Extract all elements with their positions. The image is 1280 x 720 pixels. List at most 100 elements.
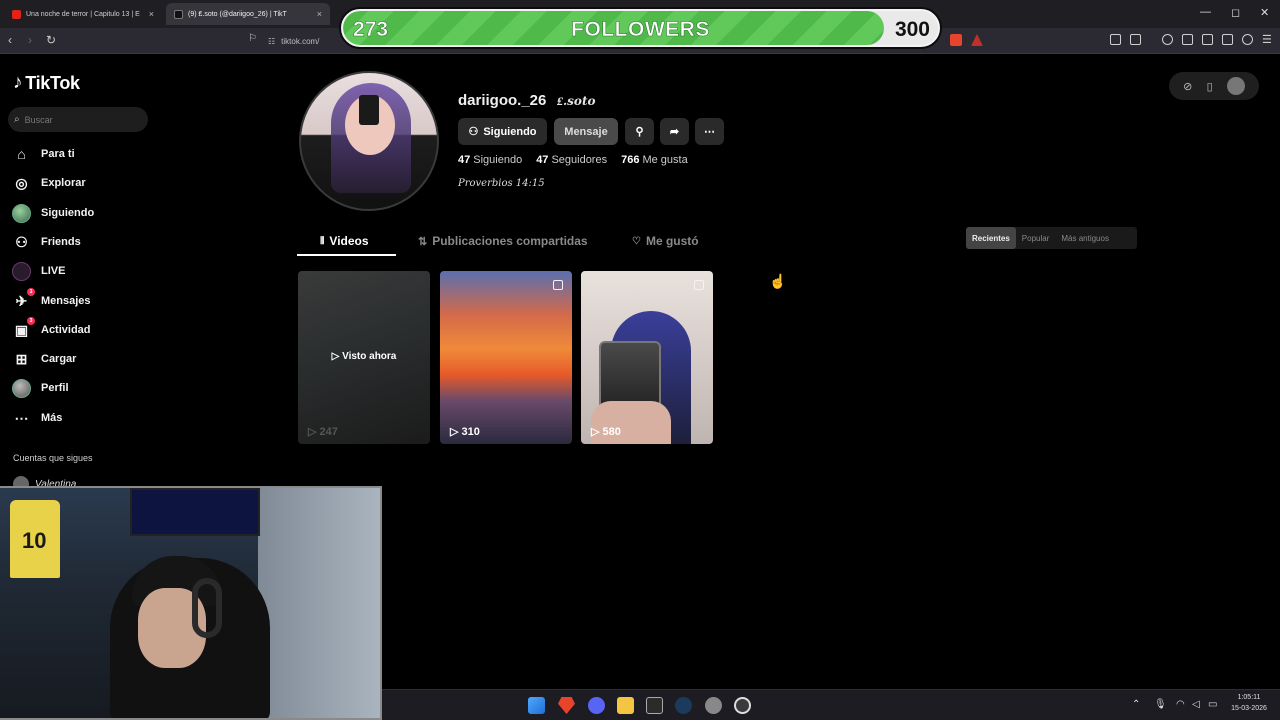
- reader-icon[interactable]: [1182, 34, 1193, 45]
- bookmark-icon[interactable]: ⚐: [248, 33, 257, 44]
- steam-icon[interactable]: [675, 697, 692, 714]
- sidebar-item-friends[interactable]: ⚇ Friends: [12, 231, 81, 253]
- chevron-up-icon[interactable]: ⌃: [1132, 699, 1140, 710]
- profile-bio: Proverbios 14:15: [458, 178, 545, 189]
- watched-now-overlay: ▷ Visto ahora: [331, 351, 397, 362]
- tab-title: Una noche de terror | Capitulo 13 | E: [26, 10, 140, 18]
- close-tab-icon[interactable]: ×: [317, 9, 322, 19]
- photo-icon: [553, 280, 563, 290]
- sidebar-item-siguiendo[interactable]: Siguiendo: [12, 202, 94, 224]
- screen: Una noche de terror | Capitulo 13 | E × …: [0, 0, 1280, 720]
- view-count-value: 247: [319, 425, 338, 438]
- profile-nickname: ₤.soto: [557, 94, 596, 108]
- tiktok-logo[interactable]: ♪ TikTok: [13, 72, 80, 94]
- menu-icon[interactable]: ☰: [1262, 33, 1272, 46]
- play-icon: ▷: [450, 426, 459, 438]
- close-window-icon[interactable]: ✕: [1260, 6, 1269, 19]
- vpn-icon[interactable]: [1222, 34, 1233, 45]
- webcam-background-door: [258, 488, 380, 718]
- sidebar-item-para-ti[interactable]: ⌂ Para ti: [12, 143, 74, 165]
- sidebar-item-live[interactable]: LIVE: [12, 260, 65, 282]
- more-options-button[interactable]: ⋯: [695, 118, 724, 145]
- obs-icon[interactable]: [646, 697, 663, 714]
- following-stat[interactable]: 47 Siguiendo: [458, 154, 522, 166]
- followers-goal: 300: [894, 18, 930, 41]
- grid-icon: ⦀: [320, 235, 325, 247]
- tab-liked[interactable]: ♡ Me gustó: [632, 231, 699, 251]
- search-input[interactable]: ⌕ Buscar: [8, 107, 148, 132]
- taskbar-clock[interactable]: 1:05:11 15-03-2026: [1224, 692, 1274, 714]
- sidebar-toggle-icon[interactable]: [1130, 34, 1141, 45]
- profile-avatar: [299, 71, 439, 211]
- tab-label: Publicaciones compartidas: [432, 234, 588, 248]
- sidebar-item-más[interactable]: ⋯ Más: [12, 407, 63, 429]
- activity-icon: ▣ 3: [12, 316, 35, 340]
- add-friend-button[interactable]: ⚲: [625, 118, 654, 145]
- search-icon: ⌕: [14, 114, 20, 125]
- app-icon[interactable]: [734, 697, 751, 714]
- back-icon[interactable]: ‹: [8, 33, 12, 47]
- sidebar-item-explorar[interactable]: ◎ Explorar: [12, 172, 85, 194]
- sidebar-item-label: Actividad: [41, 324, 91, 336]
- brave-browser-icon[interactable]: [558, 697, 575, 714]
- followers-label: Seguidores: [551, 154, 608, 166]
- browser-tab-youtube[interactable]: Una noche de terror | Capitulo 13 | E ×: [4, 3, 162, 25]
- sidebar-item-cargar[interactable]: ⊞ Cargar: [12, 348, 77, 370]
- reload-icon[interactable]: ↻: [46, 33, 56, 47]
- following-accounts-heading: Cuentas que sigues: [13, 453, 93, 463]
- message-button[interactable]: Mensaje: [554, 118, 618, 145]
- device-icon[interactable]: ▯: [1207, 80, 1213, 93]
- view-count: ▷ 310: [450, 425, 480, 439]
- battery-icon[interactable]: ▭: [1208, 699, 1217, 710]
- sidebar-item-perfil[interactable]: Perfil: [12, 377, 69, 399]
- sidebar-item-label: Cargar: [41, 353, 77, 365]
- view-count: ▷ 580: [591, 425, 621, 439]
- forward-icon[interactable]: ›: [28, 33, 32, 47]
- browser-tab-tiktok[interactable]: (9) ₤.soto (@dariigoo_26) | TikT ×: [166, 3, 330, 25]
- following-button[interactable]: ⚇ Siguiendo: [458, 118, 547, 145]
- settings-gear-icon[interactable]: [705, 697, 722, 714]
- wifi-icon[interactable]: ◠: [1176, 699, 1185, 710]
- profile-icon: [12, 378, 31, 398]
- music-icon[interactable]: [1162, 34, 1173, 45]
- headphones-icon: [192, 578, 222, 638]
- start-icon[interactable]: [528, 697, 545, 714]
- user-check-icon: ⚇: [468, 126, 479, 138]
- wallet-icon[interactable]: [1202, 34, 1213, 45]
- rewards-icon[interactable]: [971, 34, 983, 46]
- extension-icon[interactable]: [1110, 34, 1121, 45]
- tab-label: Me gustó: [645, 234, 699, 248]
- file-explorer-icon[interactable]: [617, 697, 634, 714]
- maximize-icon[interactable]: ◻: [1231, 6, 1240, 19]
- clock-date: 15-03-2026: [1231, 705, 1267, 712]
- play-icon: ▷: [308, 426, 317, 438]
- followers-stat[interactable]: 47 Seguidores: [536, 154, 607, 166]
- sort-popular[interactable]: Popular: [1016, 227, 1056, 249]
- video-thumbnail[interactable]: ▷ 310: [440, 271, 572, 444]
- microphone-icon[interactable]: 🎙︎: [1154, 699, 1167, 710]
- video-thumbnail[interactable]: ▷ 580: [581, 271, 713, 444]
- profile-stats: 47 Siguiendo 47 Seguidores 766 Me gusta: [458, 154, 688, 166]
- share-button[interactable]: ➦: [660, 118, 689, 145]
- close-tab-icon[interactable]: ×: [149, 9, 154, 19]
- tab-reposts[interactable]: ⇅ Publicaciones compartidas: [418, 231, 588, 251]
- tab-videos[interactable]: ⦀ Videos: [320, 231, 369, 251]
- video-thumbnail[interactable]: ▷ Visto ahora ▷ 247: [298, 271, 430, 444]
- repost-icon: ⇅: [418, 235, 428, 248]
- sort-recent[interactable]: Recientes: [966, 227, 1016, 249]
- add-friend-icon: ⚲: [635, 126, 644, 138]
- sort-oldest[interactable]: Más antiguos: [1055, 227, 1115, 249]
- discord-icon[interactable]: [588, 697, 605, 714]
- tiktok-favicon-icon: [174, 9, 183, 19]
- volume-icon[interactable]: ◁: [1192, 699, 1200, 710]
- settings-icon[interactable]: ⊘: [1183, 80, 1192, 93]
- likes-stat: 766 Me gusta: [621, 154, 688, 166]
- minimize-icon[interactable]: —: [1200, 6, 1211, 18]
- sidebar-item-label: LIVE: [41, 265, 66, 277]
- avatar[interactable]: [1226, 77, 1245, 95]
- sidebar-item-mensajes[interactable]: ✈ 3 Mensajes: [12, 287, 91, 312]
- sidebar-item-actividad[interactable]: ▣ 3 Actividad: [12, 316, 91, 341]
- shield-icon[interactable]: [1242, 34, 1253, 45]
- brave-shield-icon[interactable]: [950, 34, 962, 46]
- youtube-icon: [12, 9, 21, 19]
